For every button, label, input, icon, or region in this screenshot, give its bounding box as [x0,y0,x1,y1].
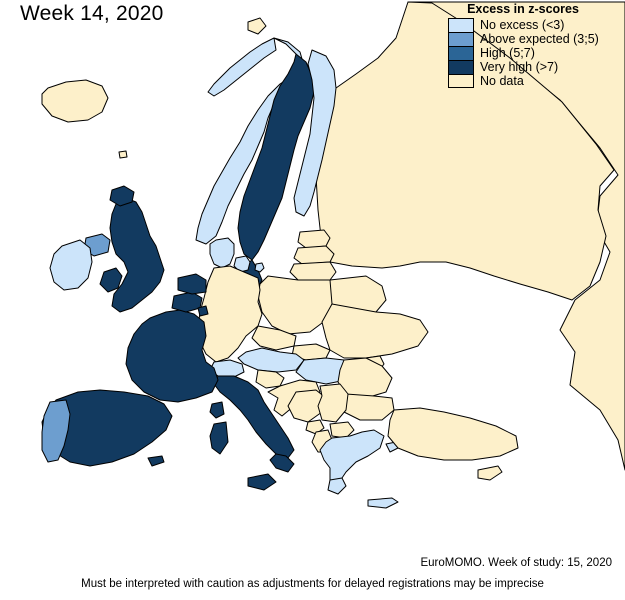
country-lithuania [289,261,337,281]
legend-item-above-expected: Above expected (3;5) [448,32,620,46]
country-slovenia [255,369,285,389]
country-poland [257,275,333,335]
country-faroe [118,150,128,159]
country-norway-north [207,37,277,97]
country-italy-sicily [247,473,277,491]
country-italy-corsica-adj [209,401,225,419]
legend-label-very-high: Very high (>7) [480,60,559,74]
country-greece-crete [367,497,399,509]
country-ireland [49,239,93,291]
country-luxembourg [197,305,209,317]
country-serbia [317,383,349,423]
country-spain-balearic [147,455,165,467]
footer-caution: Must be interpreted with caution as adju… [81,578,544,590]
legend-label-no-excess: No excess (<3) [480,18,565,32]
country-france [125,309,219,403]
legend-title: Excess in z-scores [467,2,579,16]
europe-choropleth-svg [41,1,625,509]
country-italy-sardinia [209,421,229,455]
country-turkey [387,407,519,461]
country-denmark [209,237,235,269]
legend-swatch-above-expected [448,32,474,46]
legend-item-no-data: No data [448,74,620,88]
country-cyprus [477,465,503,481]
legend-item-very-high: Very high (>7) [448,60,620,74]
country-iceland [41,79,109,123]
country-svalbard [247,17,267,35]
country-estonia [297,229,331,249]
legend-item-no-excess: No excess (<3) [448,18,620,32]
country-denmark-bornholm [254,262,265,273]
country-italy-south [269,453,295,473]
country-united-kingdom [109,197,165,313]
legend-label-high: High (5;7) [480,46,535,60]
legend-swatch-no-data [448,74,474,88]
legend-items: No excess (<3) Above expected (3;5) High… [448,18,620,88]
legend-swatch-high [448,46,474,60]
country-uk-scotland-north [109,185,135,207]
footer-source: EuroMOMO. Week of study: 15, 2020 [420,557,612,569]
country-belgium [171,291,203,313]
page-title: Week 14, 2020 [20,2,164,25]
legend-swatch-no-excess [448,18,474,32]
country-ukraine [321,303,429,359]
legend: Excess in z-scores No excess (<3) Above … [440,2,620,88]
country-bulgaria [339,393,395,421]
country-greece-peloponnese [327,477,347,495]
legend-item-high: High (5;7) [448,46,620,60]
country-latvia [293,245,335,265]
country-netherlands [177,273,207,295]
legend-swatch-very-high [448,60,474,74]
legend-label-above-expected: Above expected (3;5) [480,32,599,46]
euromomo-excess-mortality-map: Week 14, 2020 Excess in z-scores No exce… [0,0,625,600]
legend-label-no-data: No data [480,74,524,88]
